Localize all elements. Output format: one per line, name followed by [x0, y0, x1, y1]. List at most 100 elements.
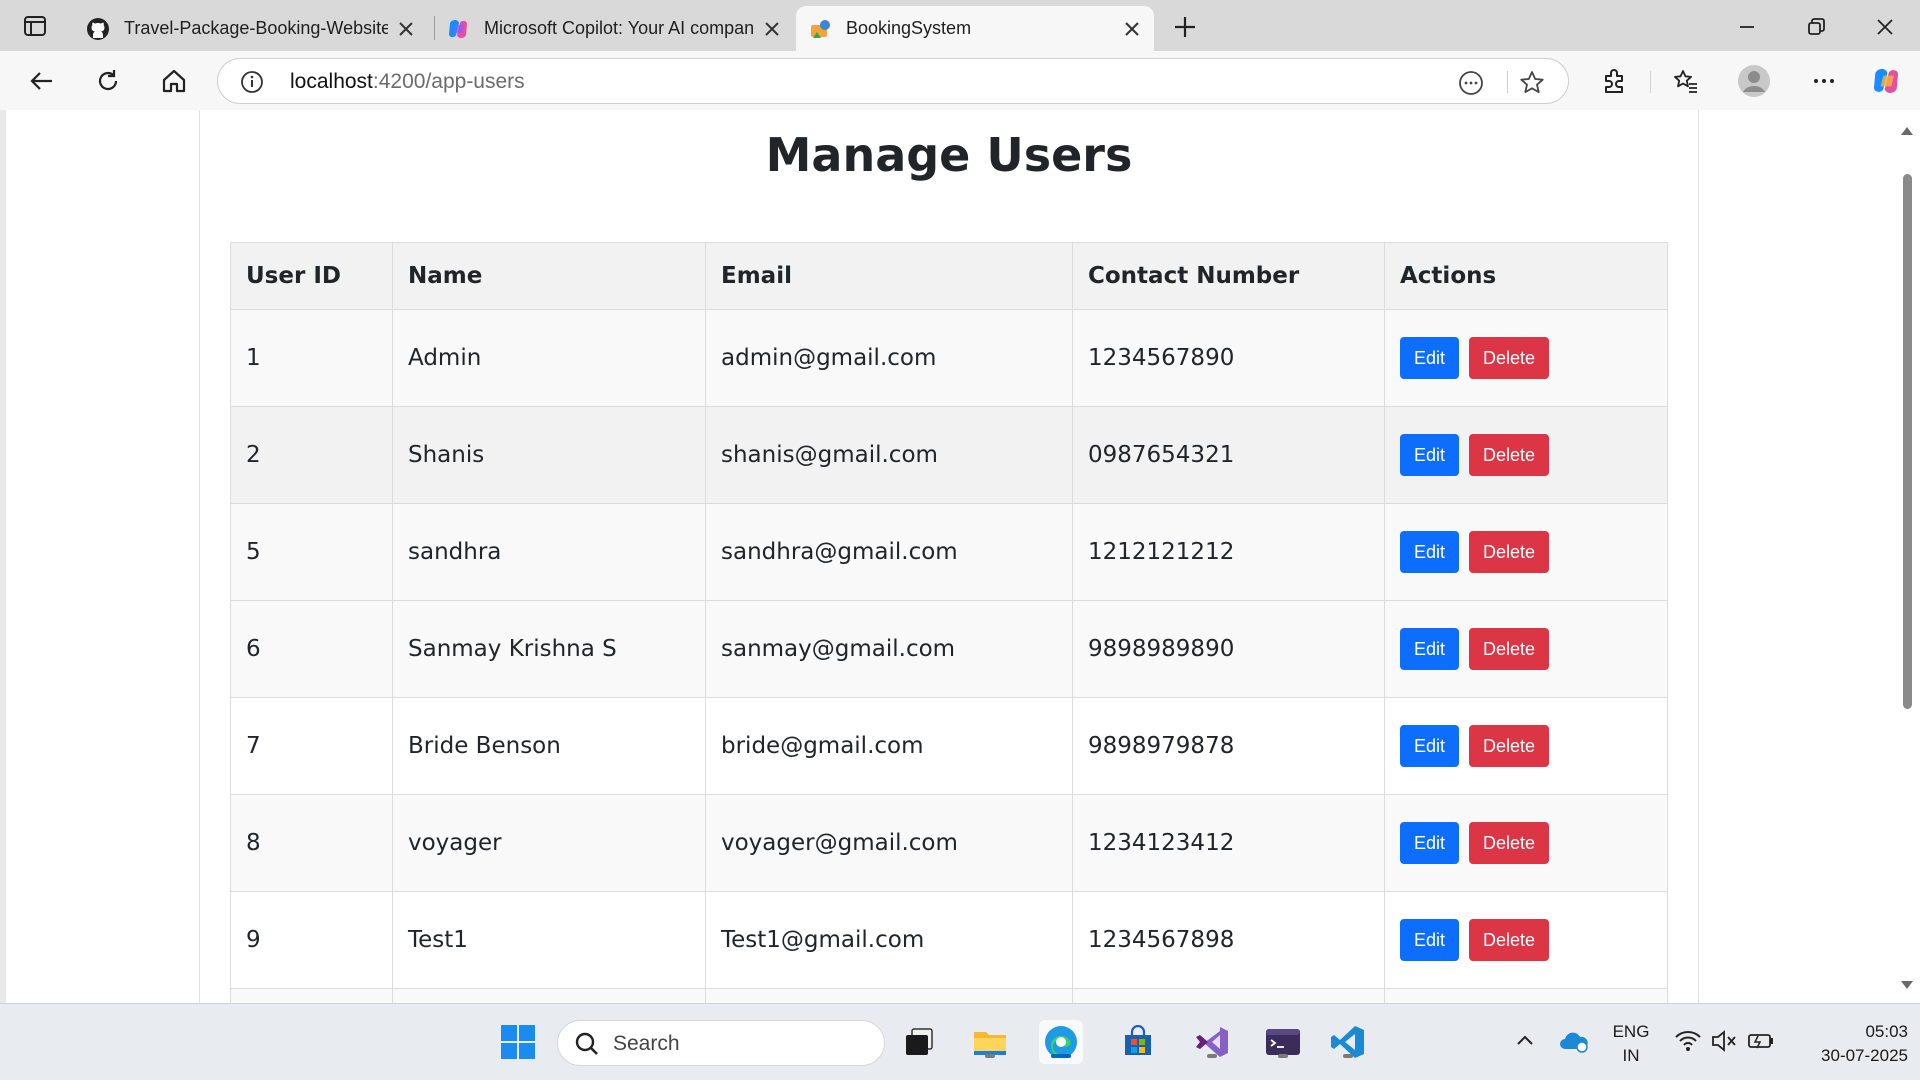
column-header-contact: Contact Number — [1072, 242, 1385, 310]
tab-github[interactable]: Travel-Package-Booking-Website — [74, 6, 428, 51]
delete-button[interactable]: Delete — [1469, 822, 1550, 864]
microsoft-store-icon[interactable] — [1116, 1020, 1160, 1064]
terminal-icon[interactable] — [1261, 1020, 1305, 1064]
extensions-icon[interactable] — [1596, 63, 1632, 99]
search-label: Search — [613, 1032, 680, 1055]
scroll-up-icon[interactable] — [1900, 122, 1914, 141]
task-view-icon[interactable] — [897, 1020, 941, 1064]
favorite-star-icon[interactable] — [1518, 69, 1546, 101]
back-icon[interactable] — [24, 63, 60, 99]
users-table: User ID Name Email Contact Number Action… — [230, 242, 1668, 1003]
file-explorer-icon[interactable] — [968, 1020, 1012, 1064]
tab-actions-icon[interactable] — [14, 11, 56, 41]
user-contact-cell — [1072, 988, 1385, 1003]
tab-copilot[interactable]: Microsoft Copilot: Your AI companion — [434, 6, 794, 51]
restore-icon[interactable] — [1799, 10, 1833, 44]
user-contact-cell: 9898989890 — [1072, 600, 1385, 698]
close-window-icon[interactable] — [1868, 10, 1902, 44]
profile-avatar[interactable] — [1736, 63, 1772, 99]
tab-strip: Travel-Package-Booking-Website Microsoft… — [0, 0, 1920, 51]
start-icon[interactable] — [496, 1020, 540, 1064]
toolbar-separator — [1650, 71, 1651, 93]
tab-bookingsystem[interactable]: BookingSystem — [796, 6, 1154, 51]
active-indicator — [1051, 1054, 1071, 1058]
url-host: localhost — [290, 70, 373, 93]
delete-button[interactable]: Delete — [1469, 628, 1550, 670]
delete-button[interactable]: Delete — [1469, 725, 1550, 767]
omnibox-separator — [1507, 71, 1508, 93]
clock-date[interactable]: 30-07-2025 — [1788, 1046, 1908, 1066]
user-id-cell: 7 — [230, 697, 393, 795]
page-viewport: Manage Users User ID Name Email Contact … — [6, 110, 1894, 1003]
clock-time[interactable]: 05:03 — [1788, 1022, 1908, 1042]
copilot-sidebar-icon[interactable] — [1868, 63, 1904, 99]
user-email-cell: sanmay@gmail.com — [705, 600, 1073, 698]
booking-icon — [808, 17, 832, 41]
actions-cell: Edit Delete — [1384, 891, 1668, 989]
site-info-icon[interactable] — [240, 70, 264, 98]
actions-cell: Edit Delete — [1384, 406, 1668, 504]
close-tab-icon[interactable] — [762, 19, 782, 39]
edge-icon[interactable] — [1039, 1020, 1083, 1064]
show-hidden-icons[interactable] — [1512, 1028, 1538, 1058]
close-tab-icon[interactable] — [396, 19, 416, 39]
wifi-icon[interactable] — [1674, 1028, 1702, 1058]
edit-button[interactable]: Edit — [1400, 919, 1460, 961]
user-id-cell — [230, 988, 393, 1003]
column-header-user-id: User ID — [230, 242, 393, 310]
user-email-cell: Test1@gmail.com — [705, 891, 1073, 989]
more-options-icon[interactable] — [1806, 63, 1842, 99]
edit-button[interactable]: Edit — [1400, 725, 1460, 767]
refresh-icon[interactable] — [90, 63, 126, 99]
table-row: 9 Test1 Test1@gmail.com 1234567898 Edit D… — [230, 891, 1668, 989]
table-row: 8 voyager voyager@gmail.com 1234123412 E… — [230, 794, 1668, 892]
edit-button[interactable]: Edit — [1400, 337, 1460, 379]
favorites-icon[interactable] — [1668, 63, 1704, 99]
delete-button[interactable]: Delete — [1469, 434, 1550, 476]
visual-studio-icon[interactable] — [1190, 1020, 1234, 1064]
minimize-icon[interactable] — [1730, 10, 1764, 44]
taskbar-search[interactable]: Search — [557, 1020, 885, 1066]
user-id-cell: 6 — [230, 600, 393, 698]
running-indicator — [1343, 1054, 1353, 1058]
battery-icon[interactable] — [1746, 1028, 1776, 1058]
scroll-down-icon[interactable] — [1900, 976, 1914, 995]
table-row: 7 Bride Benson bride@gmail.com 989897987… — [230, 697, 1668, 795]
user-email-cell: admin@gmail.com — [705, 309, 1073, 407]
address-bar[interactable]: localhost:4200/app-users — [217, 58, 1569, 104]
user-contact-cell: 9898979878 — [1072, 697, 1385, 795]
delete-button[interactable]: Delete — [1469, 531, 1550, 573]
column-header-actions: Actions — [1384, 242, 1668, 310]
table-row: 2 Shanis shanis@gmail.com 0987654321 Edi… — [230, 406, 1668, 504]
delete-button[interactable]: Delete — [1469, 919, 1550, 961]
vscode-icon[interactable] — [1326, 1020, 1370, 1064]
edit-button[interactable]: Edit — [1400, 628, 1460, 670]
tab-title: Microsoft Copilot: Your AI companion — [484, 18, 754, 38]
table-row: 5 sandhra sandhra@gmail.com 1212121212 E… — [230, 503, 1668, 601]
url-path: :4200/app-users — [372, 70, 525, 93]
user-email-cell — [705, 988, 1073, 1003]
user-contact-cell: 1234567890 — [1072, 309, 1385, 407]
table-row: 1 Admin admin@gmail.com 1234567890 Edit D… — [230, 309, 1668, 407]
tab-title: BookingSystem — [846, 18, 972, 38]
user-email-cell: sandhra@gmail.com — [705, 503, 1073, 601]
onedrive-icon[interactable] — [1558, 1027, 1590, 1059]
scrollbar-thumb[interactable] — [1903, 174, 1912, 709]
read-aloud-icon[interactable] — [1458, 70, 1484, 100]
language-bottom[interactable]: IN — [1606, 1046, 1656, 1066]
user-id-cell: 9 — [230, 891, 393, 989]
edit-button[interactable]: Edit — [1400, 531, 1460, 573]
taskbar: Search ENG IN 05:03 30-07-2025 — [0, 1003, 1920, 1080]
home-icon[interactable] — [156, 63, 192, 99]
tab-title: Travel-Package-Booking-Website — [124, 18, 388, 38]
edit-button[interactable]: Edit — [1400, 434, 1460, 476]
user-name-cell: Test1 — [392, 891, 706, 989]
language-top[interactable]: ENG — [1606, 1022, 1656, 1042]
close-tab-icon[interactable] — [1122, 19, 1142, 39]
volume-muted-icon[interactable] — [1710, 1028, 1738, 1058]
edit-button[interactable]: Edit — [1400, 822, 1460, 864]
vertical-scrollbar[interactable] — [1894, 110, 1920, 1003]
new-tab-button[interactable] — [1168, 10, 1202, 44]
delete-button[interactable]: Delete — [1469, 337, 1550, 379]
table-header-row: User ID Name Email Contact Number Action… — [230, 242, 1668, 310]
